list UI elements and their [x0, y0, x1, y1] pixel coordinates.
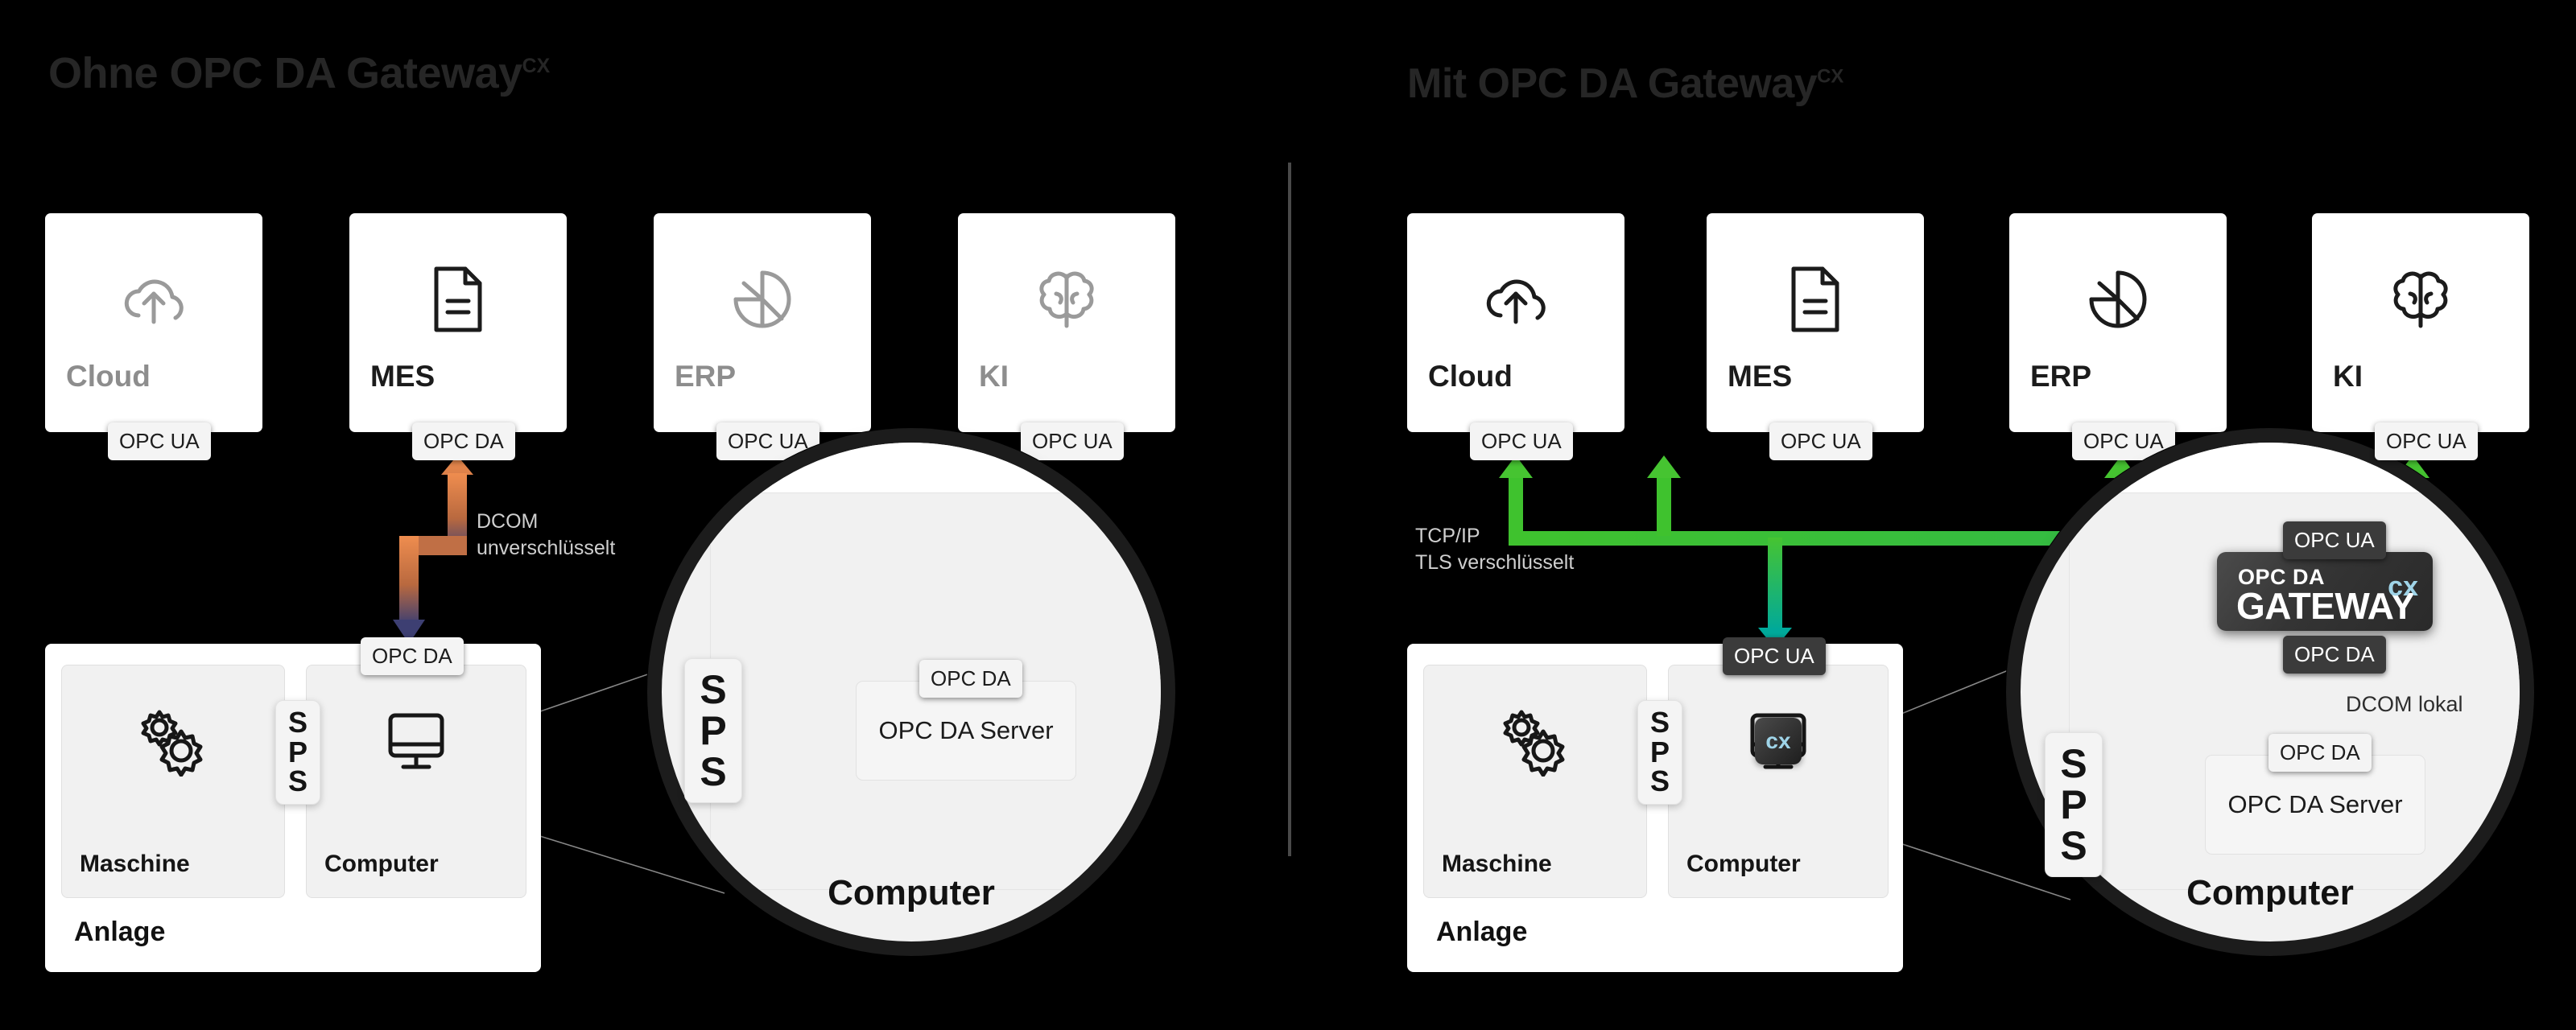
- app-card-label: Cloud: [1428, 360, 1513, 393]
- app-card-label: MES: [370, 360, 436, 393]
- machine-box-right: Maschine: [1423, 665, 1647, 898]
- app-card-erp-left[interactable]: ERP: [654, 213, 871, 432]
- computer-label: Computer: [1686, 851, 1801, 877]
- donut-chart-icon: [2009, 255, 2227, 344]
- sps-module-magnifier-left: SPS: [684, 658, 742, 803]
- gears-icon: [1424, 702, 1646, 780]
- monitor-icon: [307, 702, 526, 780]
- sps-module-right: SPS: [1637, 700, 1682, 805]
- app-card-label: ERP: [675, 360, 737, 393]
- app-card-cloud-right[interactable]: Cloud: [1407, 213, 1624, 432]
- brain-icon: [958, 255, 1175, 344]
- computer-label: Computer: [324, 851, 439, 877]
- cx-chip-icon: cx: [1755, 718, 1802, 764]
- computer-box-left: Computer: [306, 665, 526, 898]
- diagram-canvas: Ohne OPC DA GatewayCX Mit OPC DA Gateway…: [0, 0, 2576, 1030]
- badge-cloud-left: OPC UA: [108, 422, 211, 460]
- magnifier-label-left: Computer: [828, 873, 995, 913]
- gateway-logo-cx-mark: cx: [2388, 571, 2418, 602]
- donut-chart-icon: [654, 255, 871, 344]
- opc-da-gateway-logo: OPC DA GATEWAY cx: [2217, 552, 2433, 631]
- computer-box-right: cx Computer: [1668, 665, 1889, 898]
- badge-gateway-top: OPC UA: [2283, 521, 2386, 559]
- document-icon: [349, 255, 567, 344]
- sps-module-magnifier-right: SPS: [2045, 732, 2103, 877]
- connection-note-left: DCOM unverschlüsselt: [477, 510, 616, 559]
- app-card-cloud-left[interactable]: Cloud: [45, 213, 262, 432]
- app-card-label: MES: [1728, 360, 1793, 393]
- app-card-erp-right[interactable]: ERP: [2009, 213, 2227, 432]
- monitor-icon: cx: [1669, 702, 1888, 780]
- badge-mes-left: OPC DA: [412, 422, 515, 460]
- cx-mark-label: cx: [1765, 728, 1791, 753]
- app-card-ki-right[interactable]: KI: [2312, 213, 2529, 432]
- brain-icon: [2312, 255, 2529, 344]
- machine-label: Maschine: [1442, 851, 1552, 877]
- badge-mes-right: OPC UA: [1769, 422, 1872, 460]
- gears-icon: [62, 702, 284, 780]
- app-card-label: KI: [979, 360, 1009, 393]
- badge-plant-computer-left: OPC DA: [361, 637, 464, 675]
- anlage-label-right: Anlage: [1436, 917, 1528, 947]
- app-card-label: Cloud: [66, 360, 151, 393]
- badge-cloud-right: OPC UA: [1470, 422, 1573, 460]
- connection-note-right: TCP/IP TLS verschlüsselt: [1415, 525, 1575, 574]
- faux-anlage-edge: [662, 443, 1161, 494]
- app-card-ki-left[interactable]: KI: [958, 213, 1175, 432]
- app-card-mes-right[interactable]: MES: [1707, 213, 1924, 432]
- sps-module-left: SPS: [275, 700, 320, 805]
- app-card-label: ERP: [2030, 360, 2092, 393]
- badge-plant-computer-right: OPC UA: [1723, 637, 1826, 675]
- badge-ki-right: OPC UA: [2375, 422, 2478, 460]
- anlage-box-right: Maschine SPS cx Computer Anlage: [1407, 644, 1903, 972]
- magnifier-label-right: Computer: [2186, 873, 2354, 913]
- machine-box-left: Maschine: [61, 665, 285, 898]
- badge-gateway-bottom: OPC DA: [2283, 636, 2386, 674]
- local-connection-note: DCOM lokal: [2346, 692, 2463, 716]
- machine-label: Maschine: [80, 851, 190, 877]
- document-icon: [1707, 255, 1924, 344]
- cloud-upload-icon: [1407, 255, 1624, 344]
- cloud-upload-icon: [45, 255, 262, 344]
- badge-server-left: OPC DA: [919, 660, 1022, 698]
- anlage-box-left: Maschine SPS Computer Anlage: [45, 644, 541, 972]
- badge-server-right: OPC DA: [2268, 734, 2372, 772]
- app-card-label: KI: [2333, 360, 2363, 393]
- app-card-mes-left[interactable]: MES: [349, 213, 567, 432]
- anlage-label-left: Anlage: [74, 917, 166, 947]
- connector-dcom-left: [393, 455, 473, 644]
